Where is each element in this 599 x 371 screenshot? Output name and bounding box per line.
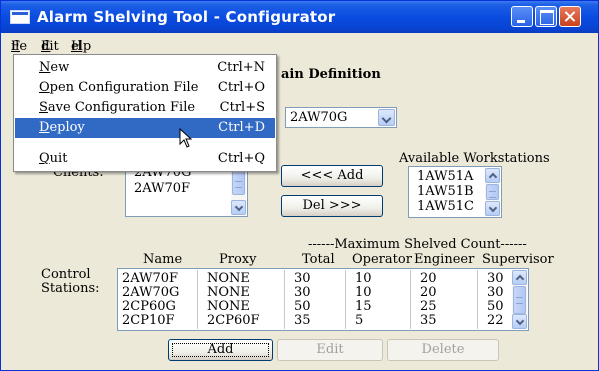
- scroll-up-button[interactable]: [512, 270, 527, 285]
- control-stations-label-line2: Stations:: [41, 281, 100, 296]
- window-title: Alarm Shelving Tool - Configurator: [37, 8, 336, 26]
- scroll-down-button[interactable]: [512, 314, 527, 329]
- column-divider: [197, 270, 198, 329]
- scroll-up-button[interactable]: [485, 168, 500, 183]
- domain-select-value: 2AW70G: [290, 110, 348, 125]
- menu-bar: File Edit Help: [1, 33, 598, 54]
- app-window: Alarm Shelving Tool - Configurator File …: [0, 0, 599, 371]
- list-item[interactable]: 2AW70F: [134, 182, 190, 196]
- list-item[interactable]: 1AW51C: [417, 200, 474, 214]
- list-item[interactable]: 1AW51A: [417, 170, 473, 184]
- available-workstations-label: Available Workstations: [399, 151, 550, 166]
- section-heading: ain Definition: [281, 67, 381, 82]
- menu-item-save-configuration-file[interactable]: Save Configuration File Ctrl+S: [15, 98, 275, 118]
- add-button[interactable]: Add: [168, 339, 273, 361]
- close-button[interactable]: [559, 6, 581, 27]
- menu-item-open-configuration-file[interactable]: Open Configuration File Ctrl+O: [15, 78, 275, 98]
- menu-item-new[interactable]: New Ctrl+N: [15, 58, 275, 78]
- menu-separator: [18, 143, 272, 144]
- maximize-button[interactable]: [535, 6, 557, 27]
- column-header-name: Name: [143, 252, 183, 267]
- column-header-supervisor: Supervisor: [482, 252, 554, 267]
- control-stations-table[interactable]: 2AW70F NONE 30 10 20 30 2AW70G NONE 30 1…: [117, 268, 529, 331]
- edit-button[interactable]: Edit: [277, 339, 383, 361]
- app-window-icon: [10, 10, 30, 24]
- column-header-total: Total: [302, 252, 335, 267]
- scroll-down-button[interactable]: [485, 201, 500, 216]
- file-menu-dropdown: New Ctrl+N Open Configuration File Ctrl+…: [13, 54, 277, 172]
- scroll-thumb[interactable]: [513, 286, 526, 314]
- column-divider: [345, 270, 346, 329]
- add-client-button[interactable]: <<< Add: [281, 165, 383, 187]
- column-divider: [284, 270, 285, 329]
- chevron-down-icon[interactable]: [378, 109, 395, 126]
- column-header-operator: Operator: [352, 252, 412, 267]
- stations-scrollbar[interactable]: [512, 270, 527, 329]
- max-shelved-count-header: ------Maximum Shelved Count------: [308, 237, 527, 252]
- mouse-pointer-icon: [179, 128, 193, 148]
- scroll-thumb[interactable]: [232, 171, 245, 195]
- column-header-engineer: Engineer: [414, 252, 475, 267]
- menu-item-quit[interactable]: Quit Ctrl+Q: [15, 149, 275, 169]
- delete-client-button[interactable]: Del >>>: [281, 195, 383, 217]
- column-divider: [410, 270, 411, 329]
- list-item[interactable]: 1AW51B: [417, 185, 474, 199]
- scroll-down-button[interactable]: [231, 200, 246, 215]
- scroll-thumb[interactable]: [486, 184, 499, 200]
- title-bar[interactable]: Alarm Shelving Tool - Configurator: [1, 1, 598, 33]
- menu-item-deploy[interactable]: Deploy Ctrl+D: [15, 118, 275, 138]
- delete-button[interactable]: Delete: [387, 339, 499, 361]
- column-divider: [477, 270, 478, 329]
- domain-select[interactable]: 2AW70G: [285, 107, 397, 128]
- workstations-scrollbar[interactable]: [485, 168, 500, 216]
- column-header-proxy: Proxy: [219, 252, 257, 267]
- control-stations-label-line1: Control: [41, 267, 91, 282]
- workstations-list[interactable]: 1AW51A 1AW51B 1AW51C: [408, 166, 502, 218]
- minimize-button[interactable]: [511, 6, 533, 27]
